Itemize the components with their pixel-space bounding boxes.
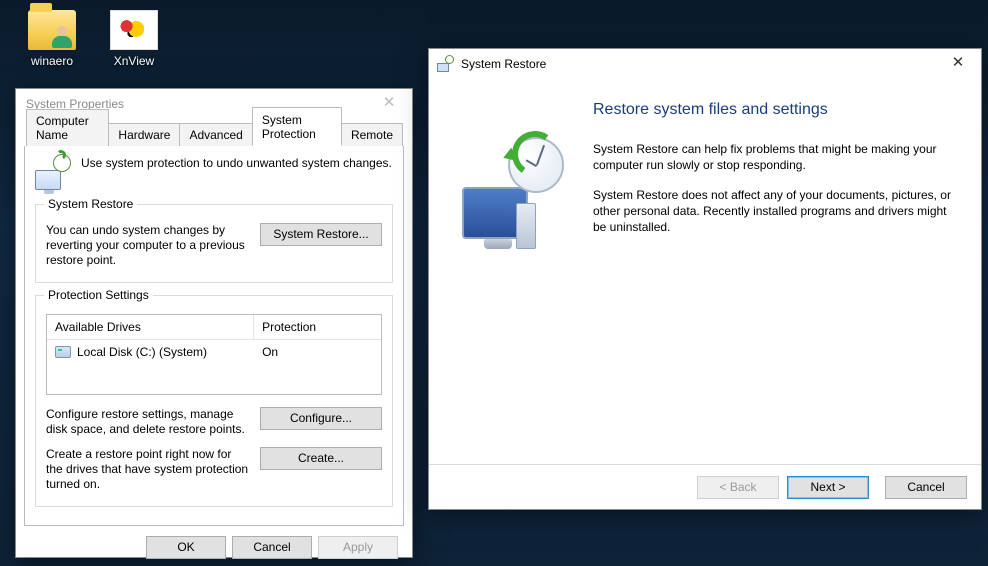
drive-protection-status: On [254,343,381,361]
drives-header: Available Drives Protection [47,315,381,340]
group-legend: System Restore [44,197,137,211]
drive-name: Local Disk (C:) (System) [77,345,207,359]
cancel-button[interactable]: Cancel [885,476,967,499]
system-protection-icon [35,156,69,190]
system-restore-group: System Restore You can undo system chang… [35,204,393,283]
folder-icon [28,10,76,50]
tabs: Computer Name Hardware Advanced System P… [26,123,402,146]
protection-settings-group: Protection Settings Available Drives Pro… [35,295,393,507]
back-button[interactable]: < Back [697,476,779,499]
cancel-button[interactable]: Cancel [232,536,312,559]
drive-row[interactable]: Local Disk (C:) (System) On [47,340,381,364]
configure-text: Configure restore settings, manage disk … [46,407,250,437]
close-button[interactable]: ✕ [366,89,412,119]
create-button[interactable]: Create... [260,447,382,470]
next-button[interactable]: Next > [787,476,869,499]
xnview-icon [110,10,158,50]
tab-computer-name[interactable]: Computer Name [26,109,109,146]
configure-button[interactable]: Configure... [260,407,382,430]
tab-system-protection[interactable]: System Protection [252,107,342,146]
tab-page-system-protection: Use system protection to undo unwanted s… [24,146,404,526]
drives-list[interactable]: Available Drives Protection Local Disk (… [46,314,382,395]
group-legend: Protection Settings [44,288,153,302]
apply-button[interactable]: Apply [318,536,398,559]
system-restore-icon [437,56,453,72]
desktop-icon-xnview[interactable]: XnView [96,10,172,68]
dialog-buttons: OK Cancel Apply [24,526,404,559]
wizard-footer: < Back Next > Cancel [429,464,981,509]
create-text: Create a restore point right now for the… [46,447,250,492]
drive-icon [55,346,71,358]
column-header-protection[interactable]: Protection [254,315,381,339]
tab-advanced[interactable]: Advanced [179,123,252,146]
intro-text: Use system protection to undo unwanted s… [81,156,392,170]
wizard-heading: Restore system files and settings [593,101,955,119]
close-button[interactable]: ✕ [935,49,981,79]
system-properties-window: System Properties ✕ Computer Name Hardwa… [15,88,413,558]
desktop-icon-winaero[interactable]: winaero [14,10,90,68]
titlebar[interactable]: System Restore ✕ [429,49,981,79]
desktop-icon-label: winaero [14,54,90,68]
tab-hardware[interactable]: Hardware [108,123,180,146]
wizard-paragraph: System Restore can help fix problems tha… [593,141,955,173]
restore-text: You can undo system changes by reverting… [46,223,246,268]
system-restore-button[interactable]: System Restore... [260,223,382,246]
window-title: System Restore [459,57,935,71]
system-restore-window: System Restore ✕ Restore system files an… [428,48,982,510]
ok-button[interactable]: OK [146,536,226,559]
column-header-drives[interactable]: Available Drives [47,315,254,339]
restore-graphic-icon [456,137,566,247]
desktop-icon-label: XnView [96,54,172,68]
wizard-graphic-pane [429,79,593,464]
wizard-paragraph: System Restore does not affect any of yo… [593,187,955,235]
tab-remote[interactable]: Remote [341,123,403,146]
